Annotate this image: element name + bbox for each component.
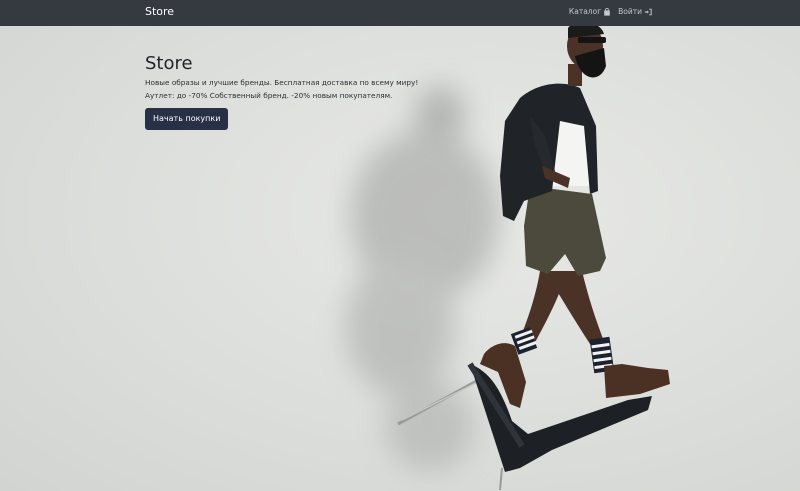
hero-section: Store Новые образы и лучшие бренды. Бесп… xyxy=(0,26,800,491)
nav-login-link[interactable]: Войти xyxy=(618,7,652,16)
shopping-bag-icon xyxy=(604,7,610,16)
nav-catalog-link[interactable]: Каталог xyxy=(569,7,611,16)
hero-title: Store xyxy=(145,53,193,74)
nav-links: Каталог Войти xyxy=(569,7,652,16)
hero-description-line1: Новые образы и лучшие бренды. Бесплатная… xyxy=(145,78,419,87)
hero-description-line2: Аутлет: до -70% Собственный бренд. -20% … xyxy=(145,91,393,100)
hero-illustration xyxy=(345,26,670,491)
brand-logo[interactable]: Store xyxy=(145,5,174,18)
nav-catalog-label: Каталог xyxy=(568,7,602,16)
nav-login-label: Войти xyxy=(618,7,642,16)
top-navbar: Store Каталог Войти xyxy=(0,0,800,26)
start-shopping-button[interactable]: Начать покупки xyxy=(145,108,229,130)
sign-in-icon xyxy=(644,8,652,15)
model-figure xyxy=(480,26,670,408)
model-shadow xyxy=(345,86,500,471)
